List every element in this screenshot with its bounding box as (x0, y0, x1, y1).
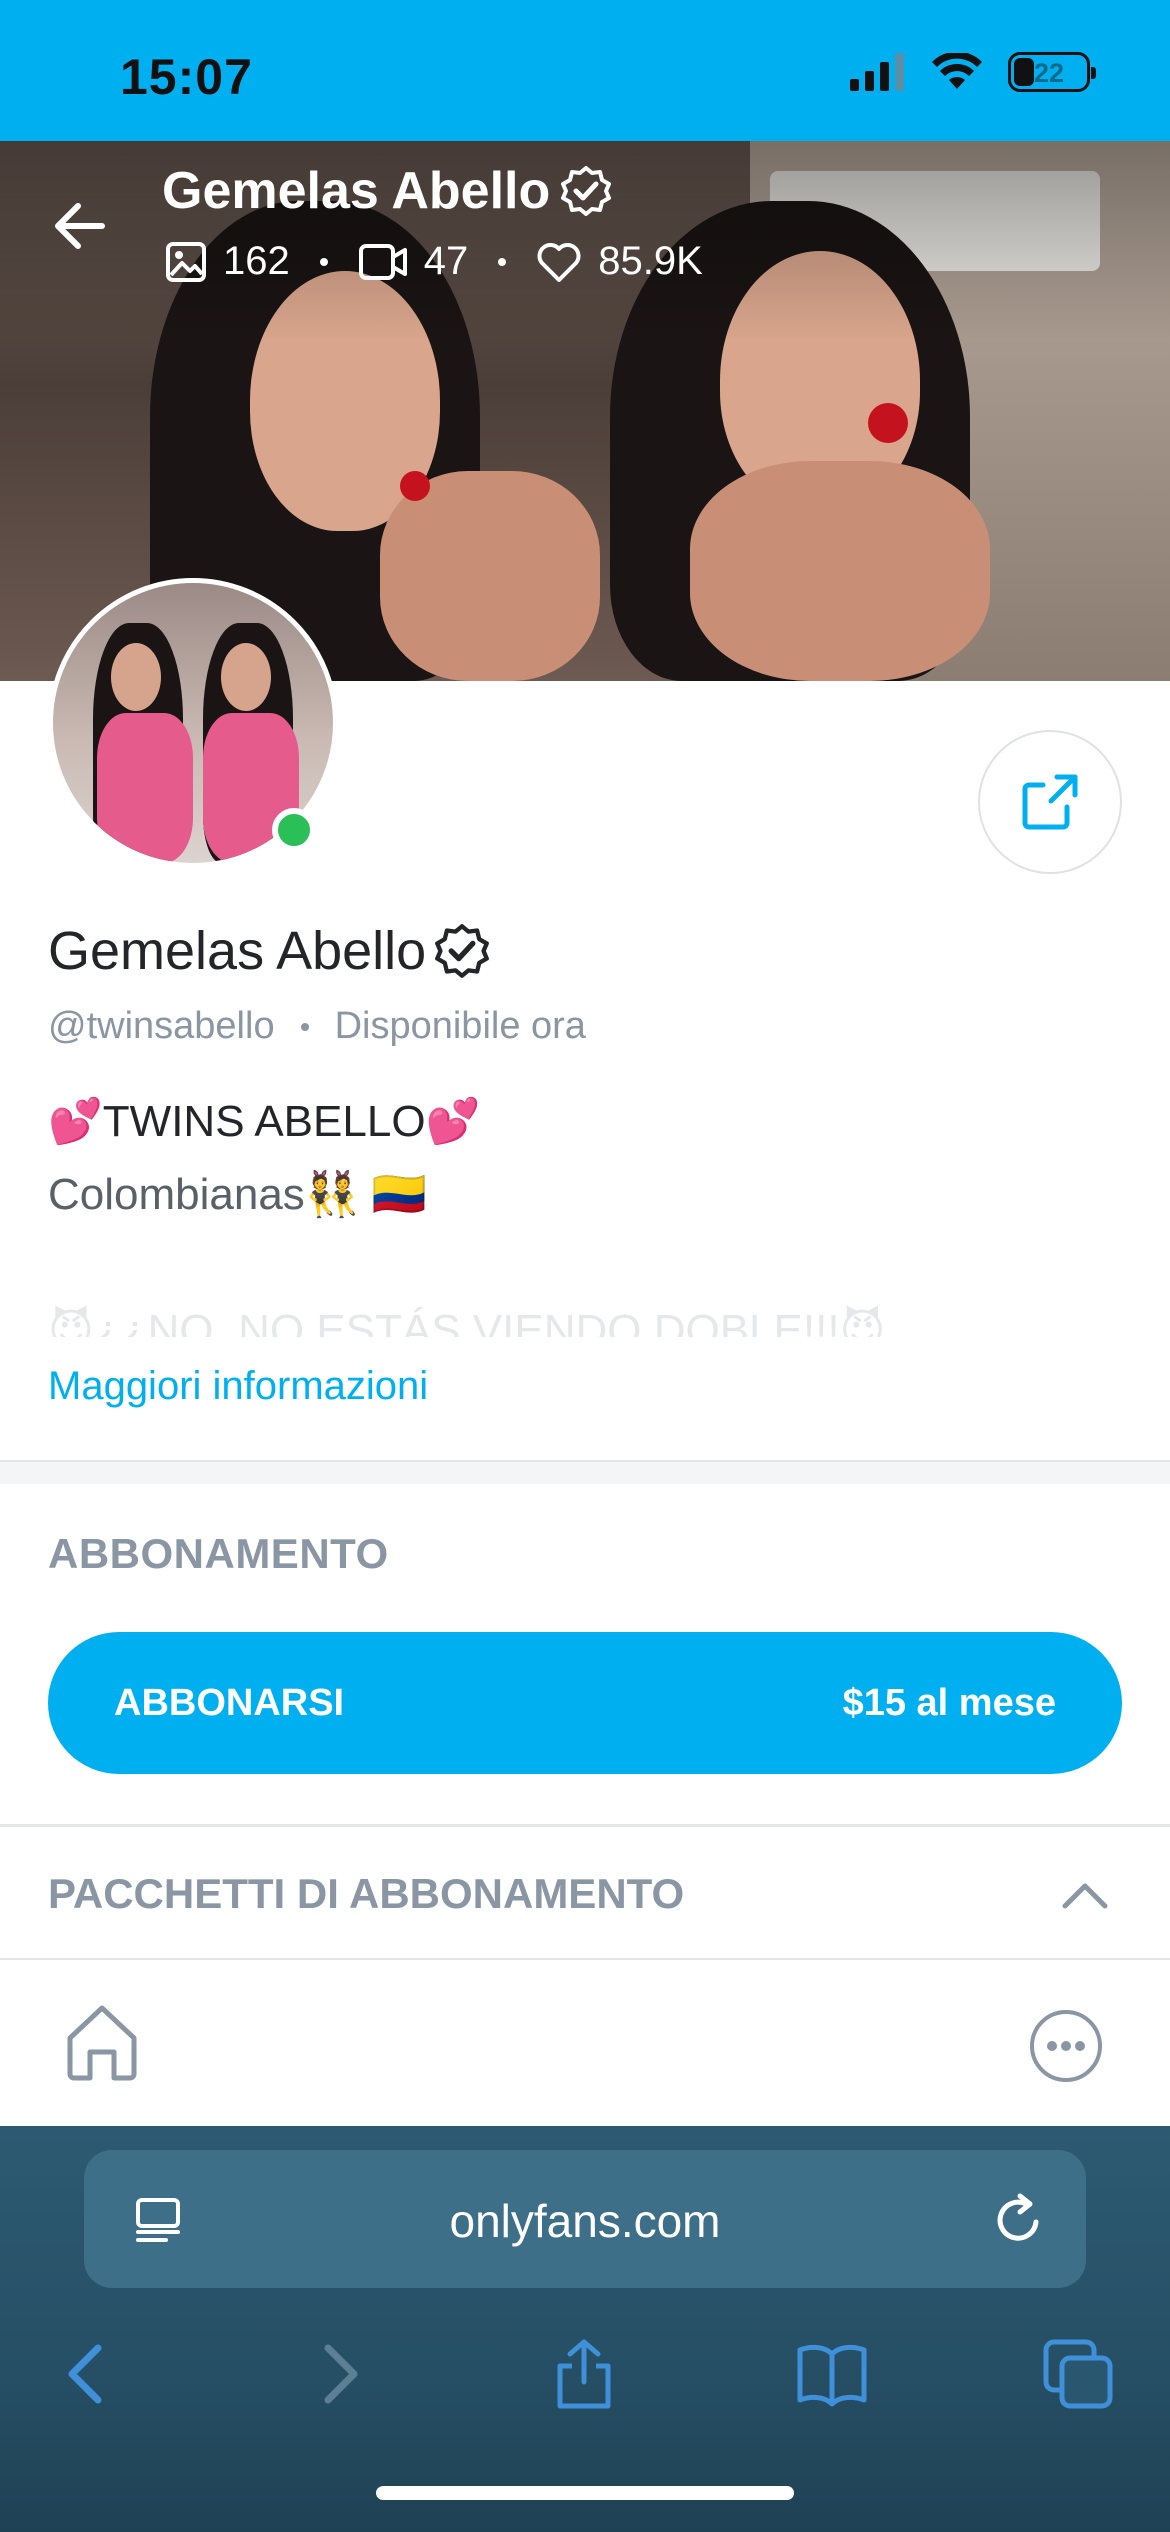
address-bar[interactable]: onlyfans.com (84, 2150, 1086, 2288)
photos-count: 162 (223, 239, 290, 283)
subscribe-price: $15 al mese (842, 1681, 1056, 1724)
more-info-link[interactable]: Maggiori informazioni (48, 1364, 428, 1409)
bottom-nav (0, 1958, 1170, 2126)
status-time: 15:07 (120, 49, 253, 105)
battery-icon: 22 (1008, 52, 1096, 92)
profile-name-text: Gemelas Abello (48, 921, 427, 981)
url-text: onlyfans.com (449, 2195, 721, 2247)
packages-heading[interactable]: PACCHETTI DI ABBONAMENTO (48, 1870, 684, 1918)
subscribe-button[interactable]: ABBONARSI $15 al mese (48, 1632, 1122, 1774)
video-icon (358, 243, 407, 280)
heart-icon (537, 242, 581, 282)
bio-line-1: 💕TWINS ABELLO💕 (48, 1097, 481, 1146)
chevron-up-icon[interactable] (1060, 1880, 1110, 1910)
browser-toolbar: onlyfans.com (0, 2126, 1170, 2532)
share-icon (1022, 774, 1078, 830)
home-icon[interactable] (60, 2000, 144, 2084)
section-separator (0, 1460, 1170, 1484)
subscribe-label: ABBONARSI (114, 1681, 345, 1724)
safari-back-icon[interactable] (50, 2336, 126, 2412)
image-icon (166, 241, 206, 282)
handle-row: @twinsabello Disponibile ora (48, 1005, 586, 1048)
status-icons: 22 (850, 52, 1096, 92)
availability-status: Disponibile ora (334, 1005, 586, 1047)
share-button[interactable] (978, 730, 1122, 874)
verified-icon (435, 924, 490, 978)
tabs-icon[interactable] (1040, 2336, 1116, 2412)
back-arrow-icon[interactable] (50, 196, 110, 256)
safari-share-icon[interactable] (546, 2336, 622, 2412)
reload-icon[interactable] (990, 2192, 1046, 2248)
status-bar: 15:07 22 (0, 0, 1170, 141)
cellular-signal-icon (850, 53, 904, 91)
wifi-icon (932, 53, 982, 89)
cover-title-text: Gemelas Abello (162, 162, 551, 220)
online-status-dot (272, 808, 316, 852)
home-indicator (376, 2486, 794, 2500)
videos-count: 47 (423, 239, 469, 283)
cover-stats: 162 47 85.9K (165, 239, 703, 284)
safari-forward-icon[interactable] (300, 2336, 376, 2412)
profile-handle: @twinsabello (48, 1005, 275, 1047)
divider (0, 1824, 1170, 1827)
profile-name: Gemelas Abello (48, 920, 490, 982)
verified-icon (561, 166, 612, 216)
bio-line-2: Colombianas👯 🇨🇴 (48, 1170, 427, 1219)
likes-count: 85.9K (598, 239, 703, 283)
bio-faded-line: 😈¿¿NO, NO ESTÁS VIENDO DOBLE!!!😈 (48, 1306, 886, 1337)
more-icon[interactable] (1028, 2008, 1104, 2084)
subscription-heading: ABBONAMENTO (48, 1530, 389, 1577)
bookmarks-icon[interactable] (794, 2336, 870, 2412)
battery-level: 22 (1033, 58, 1065, 88)
cover-title: Gemelas Abello (162, 161, 612, 221)
